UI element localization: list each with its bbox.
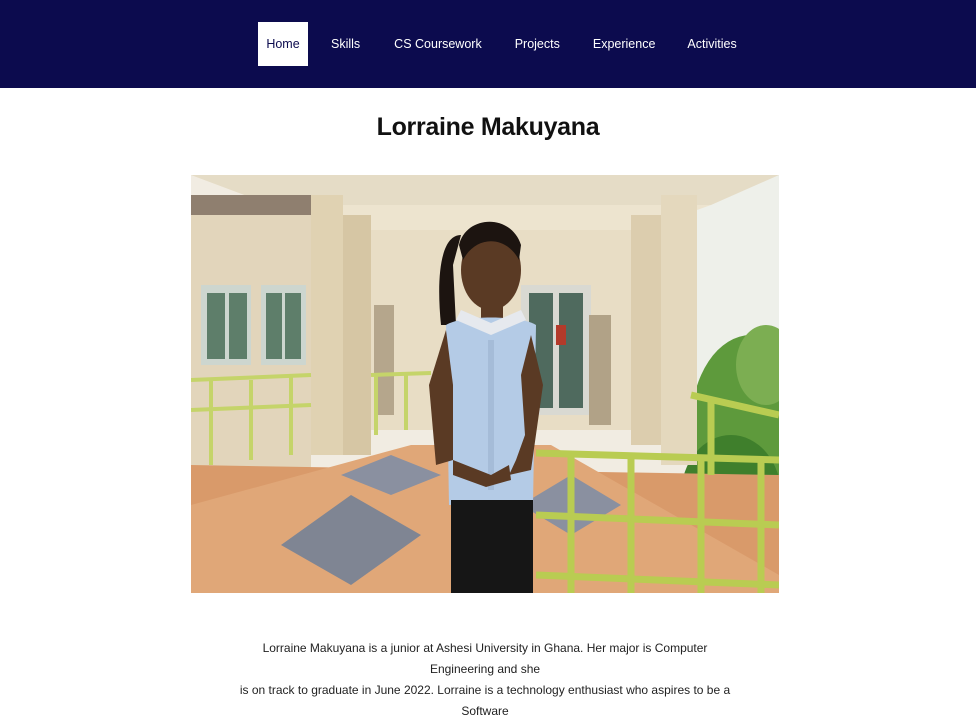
nav-item-home[interactable]: Home — [258, 22, 308, 66]
profile-photo — [191, 175, 779, 593]
nav-item-experience[interactable]: Experience — [583, 22, 666, 66]
nav-menu: Home Skills CS Coursework Projects Exper… — [258, 22, 747, 66]
bio-line-2: is on track to graduate in June 2022. Lo… — [239, 683, 731, 718]
bio-line-1: Lorraine Makuyana is a junior at Ashesi … — [262, 641, 708, 676]
nav-item-projects[interactable]: Projects — [505, 22, 570, 66]
top-navbar: Home Skills CS Coursework Projects Exper… — [0, 0, 976, 88]
nav-item-skills[interactable]: Skills — [321, 22, 370, 66]
nav-item-cs-coursework[interactable]: CS Coursework — [384, 22, 492, 66]
page-title: Lorraine Makuyana — [376, 113, 600, 141]
nav-item-activities[interactable]: Activities — [677, 22, 746, 66]
bio-text: Lorraine Makuyana is a junior at Ashesi … — [230, 638, 740, 722]
